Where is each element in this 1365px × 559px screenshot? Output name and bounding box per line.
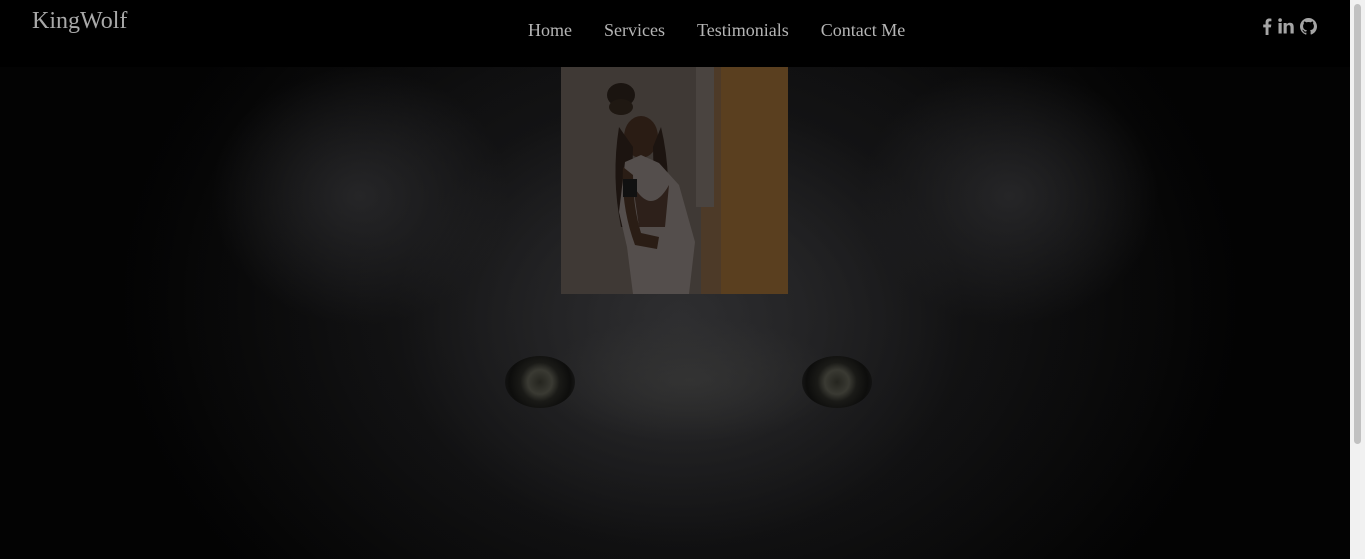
- github-icon[interactable]: [1300, 16, 1317, 36]
- scrollbar-thumb[interactable]: [1354, 4, 1361, 444]
- vertical-scrollbar[interactable]: [1350, 0, 1365, 559]
- brand-logo[interactable]: KingWolf: [32, 8, 127, 35]
- linkedin-icon[interactable]: [1278, 16, 1294, 36]
- facebook-icon[interactable]: [1262, 16, 1272, 36]
- nav-testimonials[interactable]: Testimonials: [697, 20, 789, 41]
- nav-home[interactable]: Home: [528, 20, 572, 41]
- page: KingWolf Home Services Testimonials Cont…: [0, 0, 1365, 559]
- main-nav: Home Services Testimonials Contact Me: [528, 20, 937, 41]
- wolf-eye-left: [505, 356, 575, 408]
- wolf-ear-left: [210, 66, 510, 326]
- social-links: [1262, 16, 1317, 36]
- wolf-ear-right: [860, 66, 1160, 326]
- wolf-eye-right: [802, 356, 872, 408]
- site-header: KingWolf Home Services Testimonials Cont…: [0, 0, 1350, 67]
- nav-services[interactable]: Services: [604, 20, 665, 41]
- nav-contact-me[interactable]: Contact Me: [821, 20, 905, 41]
- profile-photo: [561, 67, 788, 294]
